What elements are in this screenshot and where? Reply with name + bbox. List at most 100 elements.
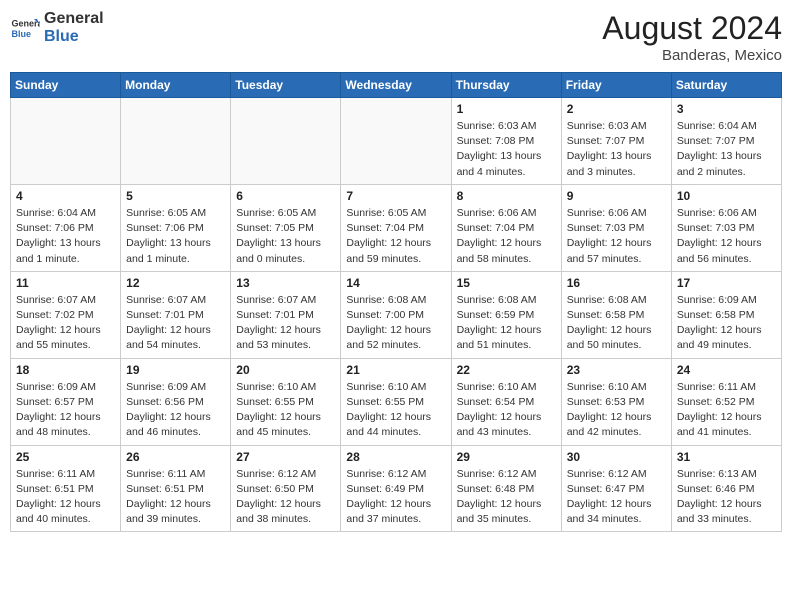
day-info: Sunrise: 6:05 AMSunset: 7:04 PMDaylight:… bbox=[346, 206, 445, 267]
day-number: 22 bbox=[457, 363, 556, 377]
day-info: Sunrise: 6:12 AMSunset: 6:47 PMDaylight:… bbox=[567, 467, 666, 528]
day-info: Sunrise: 6:09 AMSunset: 6:57 PMDaylight:… bbox=[16, 380, 115, 441]
calendar-cell: 5 Sunrise: 6:05 AMSunset: 7:06 PMDaylight… bbox=[121, 184, 231, 271]
calendar-cell: 17 Sunrise: 6:09 AMSunset: 6:58 PMDayligh… bbox=[671, 271, 781, 358]
calendar-cell bbox=[231, 98, 341, 185]
day-number: 9 bbox=[567, 189, 666, 203]
day-header-saturday: Saturday bbox=[671, 73, 781, 98]
day-number: 29 bbox=[457, 450, 556, 464]
day-header-tuesday: Tuesday bbox=[231, 73, 341, 98]
day-number: 13 bbox=[236, 276, 335, 290]
logo: General Blue General Blue bbox=[10, 10, 104, 46]
day-number: 17 bbox=[677, 276, 776, 290]
calendar-cell: 25 Sunrise: 6:11 AMSunset: 6:51 PMDayligh… bbox=[11, 445, 121, 532]
day-info: Sunrise: 6:06 AMSunset: 7:03 PMDaylight:… bbox=[567, 206, 666, 267]
day-header-thursday: Thursday bbox=[451, 73, 561, 98]
day-info: Sunrise: 6:10 AMSunset: 6:54 PMDaylight:… bbox=[457, 380, 556, 441]
week-row-2: 4 Sunrise: 6:04 AMSunset: 7:06 PMDaylight… bbox=[11, 184, 782, 271]
day-number: 7 bbox=[346, 189, 445, 203]
day-number: 1 bbox=[457, 102, 556, 116]
day-number: 26 bbox=[126, 450, 225, 464]
day-number: 6 bbox=[236, 189, 335, 203]
calendar-cell: 1 Sunrise: 6:03 AMSunset: 7:08 PMDaylight… bbox=[451, 98, 561, 185]
calendar-cell: 29 Sunrise: 6:12 AMSunset: 6:48 PMDayligh… bbox=[451, 445, 561, 532]
calendar-cell: 22 Sunrise: 6:10 AMSunset: 6:54 PMDayligh… bbox=[451, 358, 561, 445]
day-info: Sunrise: 6:09 AMSunset: 6:58 PMDaylight:… bbox=[677, 293, 776, 354]
day-number: 25 bbox=[16, 450, 115, 464]
day-info: Sunrise: 6:11 AMSunset: 6:51 PMDaylight:… bbox=[16, 467, 115, 528]
calendar-cell: 21 Sunrise: 6:10 AMSunset: 6:55 PMDayligh… bbox=[341, 358, 451, 445]
calendar-cell: 2Sunrise: 6:03 AMSunset: 7:07 PMDaylight… bbox=[561, 98, 671, 185]
day-number: 21 bbox=[346, 363, 445, 377]
day-number: 31 bbox=[677, 450, 776, 464]
day-info: Sunrise: 6:08 AMSunset: 6:58 PMDaylight:… bbox=[567, 293, 666, 354]
week-row-3: 11 Sunrise: 6:07 AMSunset: 7:02 PMDayligh… bbox=[11, 271, 782, 358]
day-info: Sunrise: 6:12 AMSunset: 6:48 PMDaylight:… bbox=[457, 467, 556, 528]
calendar-cell: 19Sunrise: 6:09 AMSunset: 6:56 PMDayligh… bbox=[121, 358, 231, 445]
day-info: Sunrise: 6:08 AMSunset: 7:00 PMDaylight:… bbox=[346, 293, 445, 354]
day-info: Sunrise: 6:13 AMSunset: 6:46 PMDaylight:… bbox=[677, 467, 776, 528]
calendar-cell bbox=[11, 98, 121, 185]
day-number: 3 bbox=[677, 102, 776, 116]
page-header: General Blue General Blue August 2024 Ba… bbox=[10, 10, 782, 64]
logo-blue: Blue bbox=[44, 28, 104, 46]
calendar-cell: 11 Sunrise: 6:07 AMSunset: 7:02 PMDayligh… bbox=[11, 271, 121, 358]
calendar-cell: 14 Sunrise: 6:08 AMSunset: 7:00 PMDayligh… bbox=[341, 271, 451, 358]
calendar-cell: 10Sunrise: 6:06 AMSunset: 7:03 PMDayligh… bbox=[671, 184, 781, 271]
day-number: 28 bbox=[346, 450, 445, 464]
day-info: Sunrise: 6:04 AMSunset: 7:06 PMDaylight:… bbox=[16, 206, 115, 267]
day-number: 16 bbox=[567, 276, 666, 290]
day-info: Sunrise: 6:07 AMSunset: 7:02 PMDaylight:… bbox=[16, 293, 115, 354]
day-number: 18 bbox=[16, 363, 115, 377]
day-info: Sunrise: 6:07 AMSunset: 7:01 PMDaylight:… bbox=[236, 293, 335, 354]
day-number: 15 bbox=[457, 276, 556, 290]
day-info: Sunrise: 6:06 AMSunset: 7:04 PMDaylight:… bbox=[457, 206, 556, 267]
calendar-cell: 4 Sunrise: 6:04 AMSunset: 7:06 PMDaylight… bbox=[11, 184, 121, 271]
calendar-cell bbox=[121, 98, 231, 185]
day-info: Sunrise: 6:05 AMSunset: 7:06 PMDaylight:… bbox=[126, 206, 225, 267]
calendar-cell: 31 Sunrise: 6:13 AMSunset: 6:46 PMDayligh… bbox=[671, 445, 781, 532]
day-number: 14 bbox=[346, 276, 445, 290]
day-number: 4 bbox=[16, 189, 115, 203]
day-info: Sunrise: 6:08 AMSunset: 6:59 PMDaylight:… bbox=[457, 293, 556, 354]
calendar-cell: 26 Sunrise: 6:11 AMSunset: 6:51 PMDayligh… bbox=[121, 445, 231, 532]
day-number: 23 bbox=[567, 363, 666, 377]
calendar-cell: 24 Sunrise: 6:11 AMSunset: 6:52 PMDayligh… bbox=[671, 358, 781, 445]
calendar-cell: 27Sunrise: 6:12 AMSunset: 6:50 PMDayligh… bbox=[231, 445, 341, 532]
week-row-5: 25 Sunrise: 6:11 AMSunset: 6:51 PMDayligh… bbox=[11, 445, 782, 532]
calendar-cell: 23 Sunrise: 6:10 AMSunset: 6:53 PMDayligh… bbox=[561, 358, 671, 445]
day-number: 30 bbox=[567, 450, 666, 464]
calendar-cell: 13 Sunrise: 6:07 AMSunset: 7:01 PMDayligh… bbox=[231, 271, 341, 358]
day-number: 24 bbox=[677, 363, 776, 377]
day-info: Sunrise: 6:11 AMSunset: 6:52 PMDaylight:… bbox=[677, 380, 776, 441]
day-info: Sunrise: 6:10 AMSunset: 6:53 PMDaylight:… bbox=[567, 380, 666, 441]
calendar-cell: 15 Sunrise: 6:08 AMSunset: 6:59 PMDayligh… bbox=[451, 271, 561, 358]
location: Banderas, Mexico bbox=[602, 47, 782, 64]
day-header-monday: Monday bbox=[121, 73, 231, 98]
day-number: 5 bbox=[126, 189, 225, 203]
day-info: Sunrise: 6:05 AMSunset: 7:05 PMDaylight:… bbox=[236, 206, 335, 267]
day-info: Sunrise: 6:10 AMSunset: 6:55 PMDaylight:… bbox=[236, 380, 335, 441]
day-info: Sunrise: 6:03 AMSunset: 7:08 PMDaylight:… bbox=[457, 119, 556, 180]
week-row-1: 1 Sunrise: 6:03 AMSunset: 7:08 PMDaylight… bbox=[11, 98, 782, 185]
day-info: Sunrise: 6:06 AMSunset: 7:03 PMDaylight:… bbox=[677, 206, 776, 267]
calendar-cell bbox=[341, 98, 451, 185]
day-info: Sunrise: 6:07 AMSunset: 7:01 PMDaylight:… bbox=[126, 293, 225, 354]
day-number: 11 bbox=[16, 276, 115, 290]
logo-general: General bbox=[44, 10, 104, 28]
calendar-cell: 30 Sunrise: 6:12 AMSunset: 6:47 PMDayligh… bbox=[561, 445, 671, 532]
day-info: Sunrise: 6:04 AMSunset: 7:07 PMDaylight:… bbox=[677, 119, 776, 180]
logo-icon: General Blue bbox=[10, 13, 40, 43]
title-block: August 2024 Banderas, Mexico bbox=[602, 10, 782, 64]
day-info: Sunrise: 6:03 AMSunset: 7:07 PMDaylight:… bbox=[567, 119, 666, 180]
day-info: Sunrise: 6:10 AMSunset: 6:55 PMDaylight:… bbox=[346, 380, 445, 441]
day-number: 8 bbox=[457, 189, 556, 203]
calendar-cell: 6 Sunrise: 6:05 AMSunset: 7:05 PMDaylight… bbox=[231, 184, 341, 271]
day-header-friday: Friday bbox=[561, 73, 671, 98]
day-info: Sunrise: 6:11 AMSunset: 6:51 PMDaylight:… bbox=[126, 467, 225, 528]
day-number: 27 bbox=[236, 450, 335, 464]
day-header-sunday: Sunday bbox=[11, 73, 121, 98]
week-row-4: 18 Sunrise: 6:09 AMSunset: 6:57 PMDayligh… bbox=[11, 358, 782, 445]
calendar-cell: 8 Sunrise: 6:06 AMSunset: 7:04 PMDaylight… bbox=[451, 184, 561, 271]
day-number: 19 bbox=[126, 363, 225, 377]
